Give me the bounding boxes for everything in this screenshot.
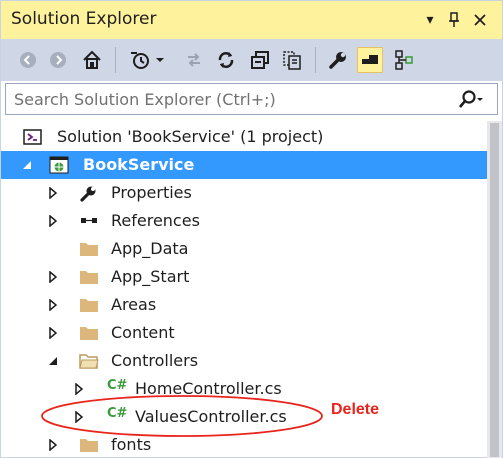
- expand-arrow-icon[interactable]: [47, 299, 59, 311]
- preview-selected-items-button[interactable]: [357, 47, 383, 73]
- show-all-files-button[interactable]: [279, 47, 305, 73]
- collapse-arrow-icon[interactable]: [47, 355, 59, 367]
- forward-button[interactable]: [45, 47, 71, 73]
- window-title: Solution Explorer: [11, 9, 157, 29]
- tree-node-references[interactable]: References: [1, 207, 487, 235]
- tree-node-label: Areas: [111, 295, 157, 314]
- pending-changes-filter-button[interactable]: [127, 47, 153, 73]
- tree-node-controllers[interactable]: Controllers: [1, 347, 487, 375]
- search-input[interactable]: [14, 88, 444, 110]
- filter-dropdown-button[interactable]: [153, 47, 167, 73]
- search-icon: [459, 90, 483, 108]
- class-view-button[interactable]: [391, 47, 417, 73]
- collapse-arrow-icon[interactable]: [21, 159, 33, 171]
- dropdown-arrow-icon: [156, 58, 164, 62]
- tree-node-label: Solution 'BookService' (1 project): [57, 127, 324, 146]
- title-bar[interactable]: Solution Explorer ▾: [1, 1, 502, 39]
- tree-node-app-start[interactable]: App_Start: [1, 263, 487, 291]
- vertical-scrollbar[interactable]: [487, 121, 502, 458]
- folder-icon: [80, 271, 98, 284]
- tree-node-label: References: [111, 211, 200, 230]
- tree-node-label: Controllers: [111, 351, 199, 370]
- properties-button[interactable]: [325, 47, 351, 73]
- tree-node-app-data[interactable]: App_Data: [1, 235, 487, 263]
- tree-node-solution[interactable]: Solution 'BookService' (1 project): [1, 123, 487, 151]
- refresh-icon: [218, 52, 234, 68]
- close-icon: [474, 14, 486, 26]
- back-icon: [20, 52, 36, 68]
- history-clock-icon: [131, 52, 149, 69]
- window-position-dropdown-button[interactable]: ▾: [420, 9, 440, 31]
- references-icon: [81, 218, 97, 223]
- tree-node-label: Properties: [111, 183, 192, 202]
- solution-icon: [23, 129, 42, 145]
- toolbar: [1, 39, 502, 81]
- wrench-icon: [80, 186, 96, 202]
- annotation-circle: [41, 395, 323, 437]
- expand-arrow-icon[interactable]: [47, 187, 59, 199]
- annotation-delete-label: Delete: [331, 401, 380, 418]
- expand-arrow-icon[interactable]: [47, 215, 59, 227]
- preview-toggle-icon: [362, 55, 378, 64]
- refresh-button[interactable]: [213, 47, 239, 73]
- collapse-all-icon: [251, 51, 269, 69]
- pin-icon: [449, 12, 459, 27]
- sync-with-active-document-button[interactable]: [181, 47, 207, 73]
- tree-node-label: Content: [111, 323, 175, 342]
- collapse-all-button[interactable]: [247, 47, 273, 73]
- tree-node-properties[interactable]: Properties: [1, 179, 487, 207]
- close-button[interactable]: [470, 9, 490, 31]
- properties-wrench-icon: [329, 52, 346, 69]
- expand-arrow-icon[interactable]: [47, 327, 59, 339]
- toolbar-separator: [115, 47, 116, 73]
- folder-icon: [80, 327, 98, 340]
- home-icon: [83, 50, 101, 69]
- tree-node-project[interactable]: BookService: [1, 151, 487, 179]
- auto-hide-pin-button[interactable]: [444, 9, 464, 31]
- folder-icon: [80, 243, 98, 256]
- scrollbar-thumb[interactable]: [490, 123, 499, 457]
- search-box[interactable]: [5, 83, 498, 115]
- tree-node-label: App_Start: [111, 267, 190, 286]
- tree-node-label: BookService: [83, 155, 195, 174]
- toolbar-separator: [315, 47, 316, 73]
- solution-explorer-window: Solution Explorer ▾ Search Solution Expl…: [0, 0, 503, 458]
- home-button[interactable]: [79, 47, 105, 73]
- folder-icon: [80, 439, 98, 452]
- web-project-icon: [49, 156, 69, 174]
- tree-node-label: App_Data: [111, 239, 189, 258]
- sync-icon: [188, 53, 200, 67]
- expand-arrow-icon[interactable]: [47, 271, 59, 283]
- folder-open-icon: [79, 354, 99, 369]
- forward-icon: [50, 52, 66, 68]
- folder-icon: [80, 299, 98, 312]
- show-all-files-icon: [283, 51, 301, 70]
- tree-node-areas[interactable]: Areas: [1, 291, 487, 319]
- expand-arrow-icon[interactable]: [47, 439, 59, 451]
- back-button[interactable]: [15, 47, 41, 73]
- search-button[interactable]: [457, 89, 485, 111]
- tree-node-content[interactable]: Content: [1, 319, 487, 347]
- class-view-icon: [395, 50, 413, 70]
